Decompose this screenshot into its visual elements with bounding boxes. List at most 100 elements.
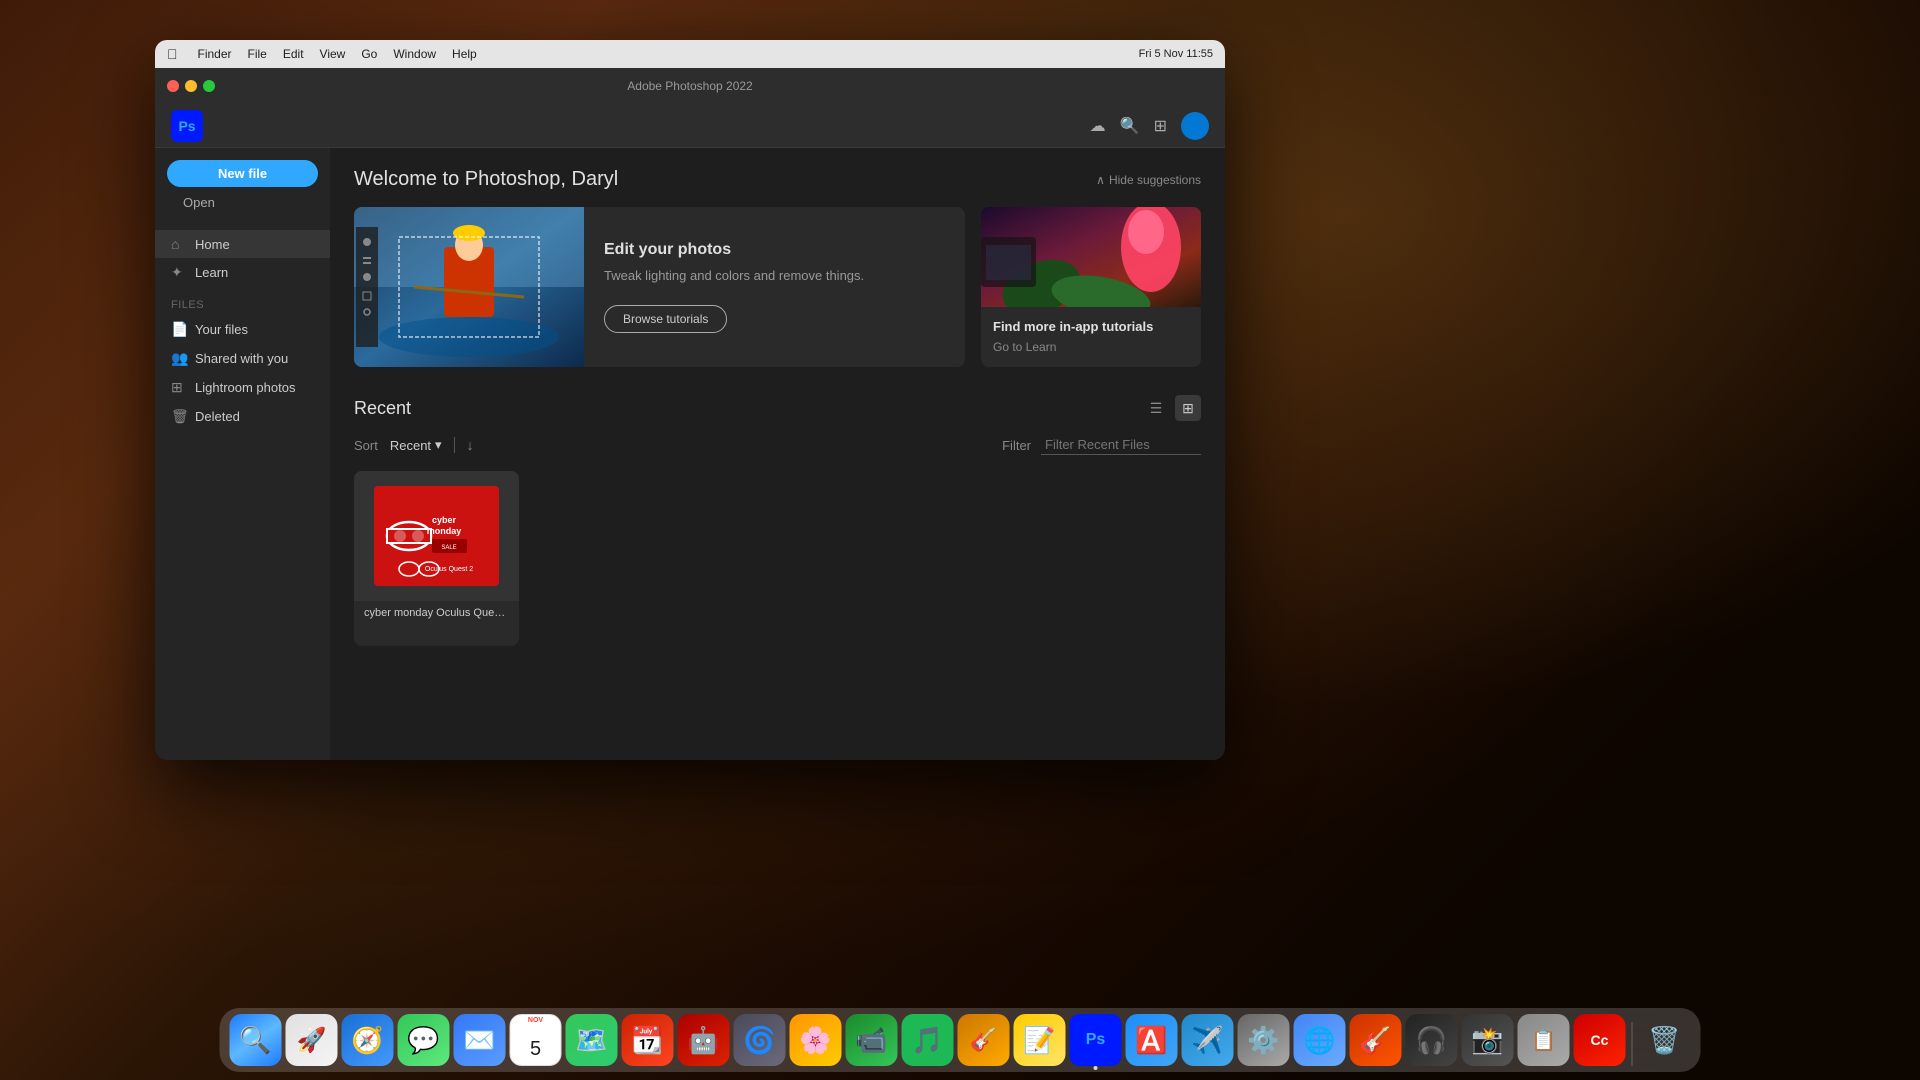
dock-messages[interactable]: 💬 (398, 1014, 450, 1066)
window-menu[interactable]: Window (393, 47, 436, 61)
recent-file-item[interactable]: cyber monday SALE Oculus Quest 2 (354, 471, 519, 646)
sidebar-item-home[interactable]: ⌂ Home (155, 230, 330, 258)
ps-content-area: Welcome to Photoshop, Daryl ∧ Hide sugge… (330, 148, 1225, 760)
recent-title: Recent (354, 398, 411, 419)
file-icon: 📄 (171, 321, 187, 338)
dock-maps[interactable]: 🗺️ (566, 1014, 618, 1066)
sidebar-deleted-label: Deleted (195, 409, 240, 424)
ps-sidebar: New file Open ⌂ Home ✦ Learn FILES 📄 You… (155, 148, 330, 760)
dock-photos[interactable]: 🌸 (790, 1014, 842, 1066)
file-name: cyber monday Oculus Quest 2 (364, 607, 509, 619)
dock-trash[interactable]: 🗑️ (1639, 1014, 1691, 1066)
new-file-button[interactable]: New file (167, 160, 318, 187)
menubar-time: Fri 5 Nov 11:55 (1139, 48, 1213, 60)
learn-icon: ✦ (171, 264, 187, 281)
dock-clipper[interactable]: 📋 (1518, 1014, 1570, 1066)
sidebar-lightroom-label: Lightroom photos (195, 380, 295, 395)
file-menu[interactable]: File (248, 47, 267, 61)
dock-calendar[interactable]: NOV 5 (510, 1014, 562, 1066)
view-menu[interactable]: View (320, 47, 346, 61)
files-section-label: FILES (155, 287, 330, 315)
macos-dock: 🔍 🚀 🧭 💬 ✉️ NOV 5 🗺️ 📆 🤖 🌀 🌸 📹 🎵 🎸 📝 (220, 1008, 1701, 1072)
file-info: cyber monday Oculus Quest 2 (354, 601, 519, 625)
sort-direction-button[interactable]: ↓ (467, 437, 474, 453)
edit-photos-card: Edit your photos Tweak lighting and colo… (354, 207, 965, 367)
svg-text:cyber: cyber (432, 515, 457, 525)
dock-headphones[interactable]: 🎧 (1406, 1014, 1458, 1066)
dock-appstore[interactable]: 🅰️ (1126, 1014, 1178, 1066)
kayaker-illustration (354, 207, 584, 367)
sidebar-item-your-files[interactable]: 📄 Your files (155, 315, 330, 344)
deleted-icon: 🗑 (171, 408, 187, 425)
dock-testflight[interactable]: ✈️ (1182, 1014, 1234, 1066)
ps-header: Ps ☁ 🔍 ⊞ (155, 104, 1225, 148)
list-view-button[interactable]: ☰ (1143, 395, 1169, 421)
sidebar-your-files-label: Your files (195, 322, 248, 337)
sidebar-item-learn[interactable]: ✦ Learn (155, 258, 330, 287)
dock-finder[interactable]: 🔍 (230, 1014, 282, 1066)
hide-suggestions-label: Hide suggestions (1109, 173, 1201, 187)
dock-systemprefs[interactable]: ⚙️ (1238, 1014, 1290, 1066)
dock-facetime[interactable]: 📹 (846, 1014, 898, 1066)
dock-garageband[interactable]: 🎸 (1350, 1014, 1402, 1066)
ps-main-area: New file Open ⌂ Home ✦ Learn FILES 📄 You… (155, 148, 1225, 760)
tutorials-card: Find more in-app tutorials Go to Learn (981, 207, 1201, 367)
dock-chrome[interactable]: 🌐 (1294, 1014, 1346, 1066)
cyber-monday-thumbnail: cyber monday SALE Oculus Quest 2 (354, 471, 519, 601)
dock-spotify[interactable]: 🎵 (902, 1014, 954, 1066)
dock-adobe-cc[interactable]: Cc (1574, 1014, 1626, 1066)
grid-view-button[interactable]: ⊞ (1175, 395, 1201, 421)
window-traffic-lights (167, 80, 215, 92)
menubar-right: Fri 5 Nov 11:55 (1139, 48, 1213, 60)
ps-window-title: Adobe Photoshop 2022 (627, 79, 752, 93)
go-to-learn-link[interactable]: Go to Learn (993, 340, 1189, 354)
go-menu[interactable]: Go (361, 47, 377, 61)
dock-mail[interactable]: ✉️ (454, 1014, 506, 1066)
cloud-icon[interactable]: ☁ (1090, 116, 1106, 136)
plugin-icon[interactable]: ⊞ (1154, 116, 1167, 136)
view-toggle: ☰ ⊞ (1143, 395, 1201, 421)
filter-area: Filter (1002, 435, 1201, 455)
finder-menu[interactable]: Finder (198, 47, 232, 61)
open-button[interactable]: Open (167, 191, 231, 214)
filter-input[interactable] (1041, 435, 1201, 455)
minimize-button[interactable] (185, 80, 197, 92)
card-text: Edit your photos Tweak lighting and colo… (584, 207, 965, 367)
user-avatar[interactable] (1181, 112, 1209, 140)
chevron-up-icon: ∧ (1096, 173, 1105, 187)
sidebar-learn-label: Learn (195, 265, 228, 280)
dock-capo[interactable]: 🎸 (958, 1014, 1010, 1066)
close-button[interactable] (167, 80, 179, 92)
welcome-title: Welcome to Photoshop, Daryl (354, 168, 618, 191)
dock-android[interactable]: 🤖 (678, 1014, 730, 1066)
dock-photoshop[interactable]: Ps (1070, 1014, 1122, 1066)
card-title: Edit your photos (604, 241, 945, 259)
card-image (354, 207, 584, 367)
dock-safari[interactable]: 🧭 (342, 1014, 394, 1066)
sidebar-item-deleted[interactable]: 🗑 Deleted (155, 402, 330, 431)
search-icon[interactable]: 🔍 (1120, 116, 1140, 136)
sidebar-item-shared[interactable]: 👥 Shared with you (155, 344, 330, 373)
apple-menu-icon[interactable]:  (167, 46, 178, 62)
recent-section-header: Recent ☰ ⊞ (354, 395, 1201, 421)
dock-compressor[interactable]: 🌀 (734, 1014, 786, 1066)
suggestion-cards: Edit your photos Tweak lighting and colo… (354, 207, 1201, 367)
dock-notes[interactable]: 📝 (1014, 1014, 1066, 1066)
sort-dropdown[interactable]: Recent ▾ (390, 437, 442, 453)
recent-controls: Sort Recent ▾ ↓ Filter (354, 435, 1201, 455)
hide-suggestions-button[interactable]: ∧ Hide suggestions (1096, 173, 1201, 187)
help-menu[interactable]: Help (452, 47, 477, 61)
macos-menubar:  Finder File Edit View Go Window Help F… (155, 40, 1225, 68)
svg-text:Oculus Quest 2: Oculus Quest 2 (425, 566, 473, 573)
flamingo-illustration (981, 207, 1201, 307)
maximize-button[interactable] (203, 80, 215, 92)
file-thumbnail: cyber monday SALE Oculus Quest 2 (354, 471, 519, 601)
dock-screenshot[interactable]: 📸 (1462, 1014, 1514, 1066)
sidebar-item-lightroom[interactable]: ⊞ Lightroom photos (155, 373, 330, 402)
dock-launchpad[interactable]: 🚀 (286, 1014, 338, 1066)
dock-fantastical[interactable]: 📆 (622, 1014, 674, 1066)
edit-menu[interactable]: Edit (283, 47, 304, 61)
browse-tutorials-button[interactable]: Browse tutorials (604, 305, 727, 333)
recent-files-grid: cyber monday SALE Oculus Quest 2 (354, 471, 1201, 646)
card-description: Tweak lighting and colors and remove thi… (604, 267, 945, 285)
